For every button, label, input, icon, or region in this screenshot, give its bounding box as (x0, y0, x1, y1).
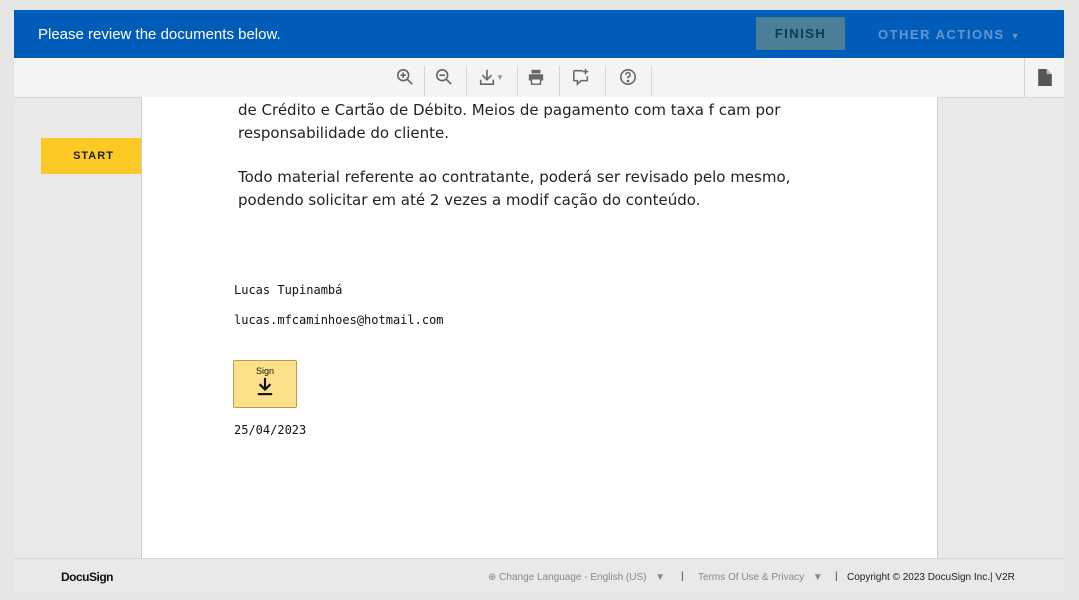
download-icon[interactable]: ▼ (474, 66, 508, 88)
copyright-label: Copyright © 2023 DocuSign Inc. (847, 572, 991, 583)
toolbar-divider (517, 66, 518, 96)
paragraph-line: de Crédito e Cartão de Débito. Meios de … (238, 101, 781, 119)
sign-here-button[interactable]: Sign (233, 360, 297, 408)
add-comment-icon[interactable] (570, 66, 592, 88)
download-arrow-icon (257, 377, 273, 396)
other-actions-button[interactable]: OTHER ACTIONS ▼ (878, 27, 1021, 42)
terms-label: Terms Of Use & Privacy (698, 572, 805, 583)
footer-separator: | (835, 571, 838, 582)
paragraph-line: responsabilidade do cliente. (238, 123, 450, 142)
document-toolbar: ▼ (14, 58, 1064, 98)
toolbar-divider (466, 66, 467, 96)
caret-down-icon: ▼ (655, 572, 666, 583)
toolbar-divider (559, 66, 560, 96)
signer-name: Lucas Tupinambá (234, 283, 343, 297)
signer-email: lucas.mfcaminhoes@hotmail.com (234, 313, 444, 327)
change-language-label: Change Language - English (US) (499, 572, 647, 583)
globe-icon: ⊕ (488, 572, 497, 583)
sign-label: Sign (255, 366, 274, 376)
start-button[interactable]: START (41, 138, 146, 174)
caret-down-icon: ▼ (812, 572, 823, 583)
print-icon[interactable] (525, 66, 547, 88)
help-icon[interactable] (617, 66, 639, 88)
paragraph-line: Todo material referente ao contratante, … (238, 168, 791, 186)
footer: DocuSign ⊕ Change Language - English (US… (14, 558, 1064, 593)
change-language-link[interactable]: ⊕ Change Language - English (US) ▼ (488, 572, 665, 583)
review-message: Please review the documents below. (38, 26, 281, 43)
paragraph-line: podendo solicitar em até 2 vezes a modif… (238, 190, 701, 209)
header-bar: Please review the documents below. FINIS… (14, 10, 1064, 58)
other-actions-label: OTHER ACTIONS (878, 27, 1005, 42)
terms-link[interactable]: Terms Of Use & Privacy ▼ (698, 572, 823, 583)
finish-button[interactable]: FINISH (756, 17, 845, 50)
caret-down-icon: ▼ (1010, 31, 1022, 41)
copyright-text: Copyright © 2023 DocuSign Inc.| V2R (847, 572, 1015, 583)
paragraph-payment: de Crédito e Cartão de Débito. Meios de … (238, 99, 848, 144)
zoom-out-icon[interactable] (433, 66, 455, 88)
version-label: V2R (995, 572, 1015, 583)
document-page: de Crédito e Cartão de Débito. Meios de … (141, 97, 938, 558)
toolbar-divider (605, 66, 606, 96)
paragraph-material: Todo material referente ao contratante, … (238, 166, 848, 211)
zoom-in-icon[interactable] (394, 66, 416, 88)
footer-separator: | (681, 571, 684, 582)
toolbar-divider (424, 66, 425, 96)
toolbar-divider (651, 66, 652, 96)
document-icon[interactable] (1024, 58, 1064, 97)
signed-date: 25/04/2023 (234, 423, 307, 437)
docusign-logo: DocuSign (61, 570, 114, 584)
docusign-window: Please review the documents below. FINIS… (14, 10, 1064, 593)
